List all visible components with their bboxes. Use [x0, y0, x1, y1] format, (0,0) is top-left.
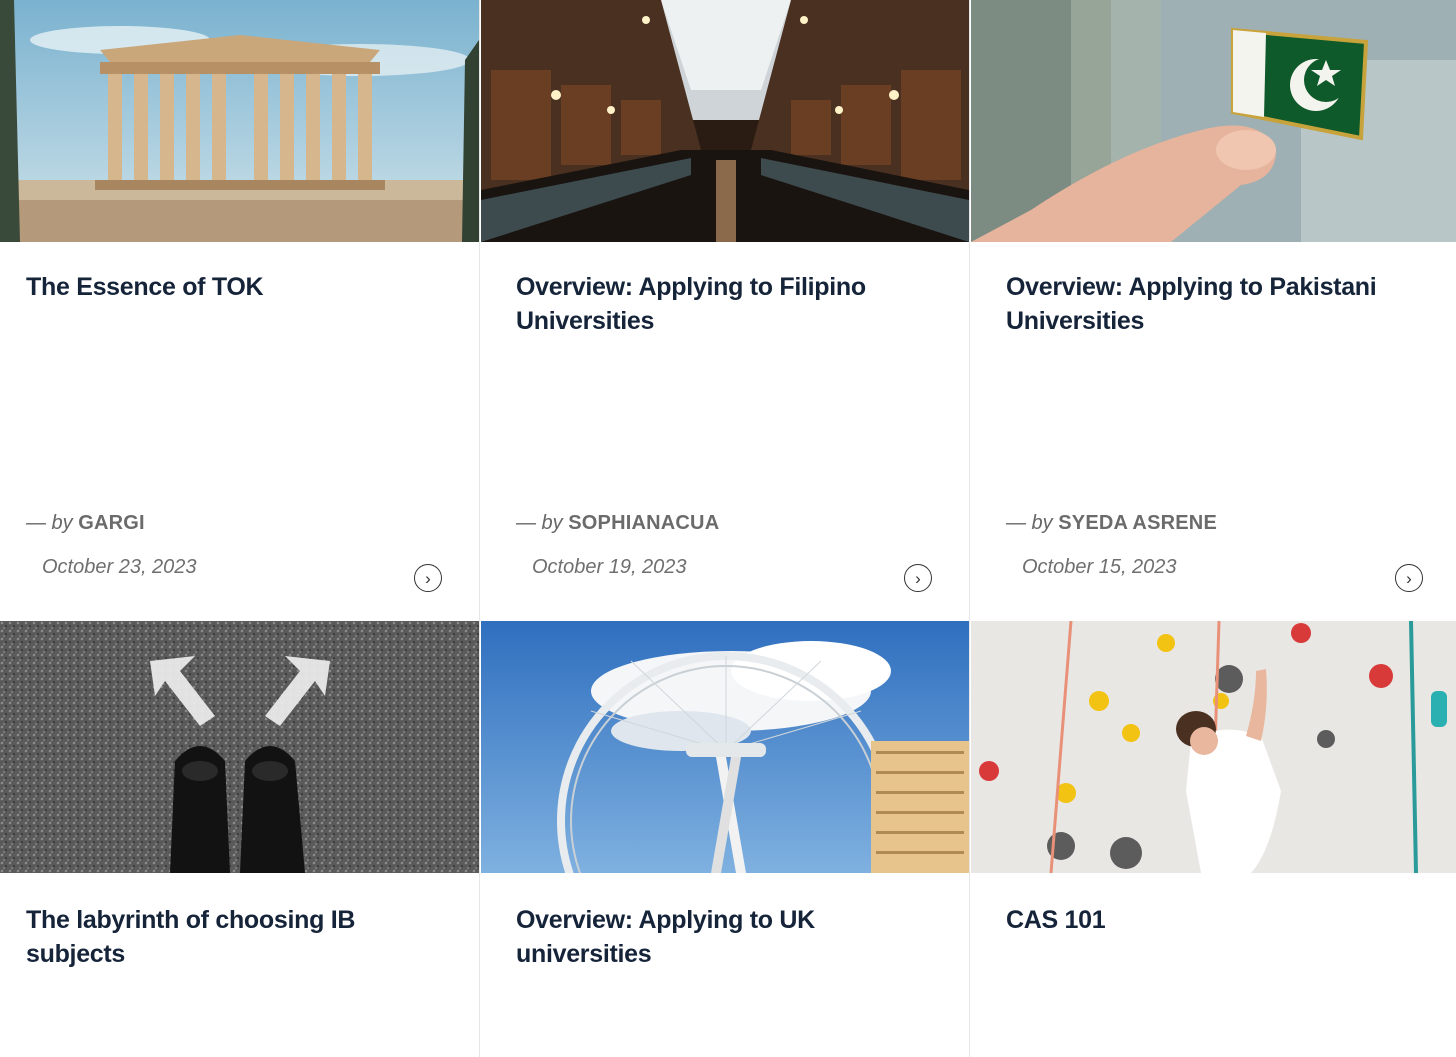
post-thumbnail[interactable] — [481, 0, 969, 242]
climbing-wall-image — [971, 621, 1456, 873]
post-author: — by SYEDA ASRENE — [1006, 512, 1217, 535]
column-divider — [969, 0, 970, 1057]
post-thumbnail[interactable] — [971, 621, 1456, 873]
post-author: — by SOPHIANACUA — [516, 512, 719, 535]
post-thumbnail[interactable] — [0, 621, 479, 873]
post-thumbnail[interactable] — [481, 621, 969, 873]
post-title[interactable]: CAS 101 — [1006, 903, 1416, 937]
post-card[interactable]: The labyrinth of choosing IB subjects — [0, 621, 479, 1057]
london-eye-image — [481, 621, 969, 873]
post-card[interactable]: Overview: Applying to Pakistani Universi… — [971, 0, 1456, 619]
post-card[interactable]: CAS 101 — [971, 621, 1456, 1057]
post-thumbnail[interactable] — [971, 0, 1456, 242]
chevron-right-circle-icon[interactable]: › — [1395, 564, 1423, 592]
byline-prefix: — by — [516, 512, 563, 534]
post-date: October 19, 2023 — [532, 556, 687, 578]
post-title[interactable]: The Essence of TOK — [26, 270, 455, 304]
library-image — [481, 0, 969, 242]
author-name[interactable]: SYEDA ASRENE — [1058, 512, 1217, 534]
post-date: October 23, 2023 — [42, 556, 197, 578]
post-title[interactable]: Overview: Applying to Filipino Universit… — [516, 270, 929, 338]
byline-prefix: — by — [26, 512, 73, 534]
column-divider — [479, 0, 480, 1057]
chevron-right-circle-icon[interactable]: › — [414, 564, 442, 592]
byline-prefix: — by — [1006, 512, 1053, 534]
arrows-and-shoes-image — [0, 621, 479, 873]
chevron-right-circle-icon[interactable]: › — [904, 564, 932, 592]
post-date: October 15, 2023 — [1022, 556, 1177, 578]
post-card[interactable]: Overview: Applying to UK universities — [481, 621, 969, 1057]
parthenon-image — [0, 0, 479, 242]
post-card[interactable]: Overview: Applying to Filipino Universit… — [481, 0, 969, 619]
post-title[interactable]: Overview: Applying to Pakistani Universi… — [1006, 270, 1416, 338]
post-thumbnail[interactable] — [0, 0, 479, 242]
pakistan-flag-pin-image — [971, 0, 1456, 242]
post-title[interactable]: The labyrinth of choosing IB subjects — [26, 903, 455, 971]
post-title[interactable]: Overview: Applying to UK universities — [516, 903, 929, 971]
post-card[interactable]: The Essence of TOK — by GARGI October 23… — [0, 0, 479, 619]
author-name[interactable]: SOPHIANACUA — [568, 512, 719, 534]
post-grid: The Essence of TOK — by GARGI October 23… — [0, 0, 1456, 1057]
author-name[interactable]: GARGI — [78, 512, 145, 534]
post-author: — by GARGI — [26, 512, 145, 535]
